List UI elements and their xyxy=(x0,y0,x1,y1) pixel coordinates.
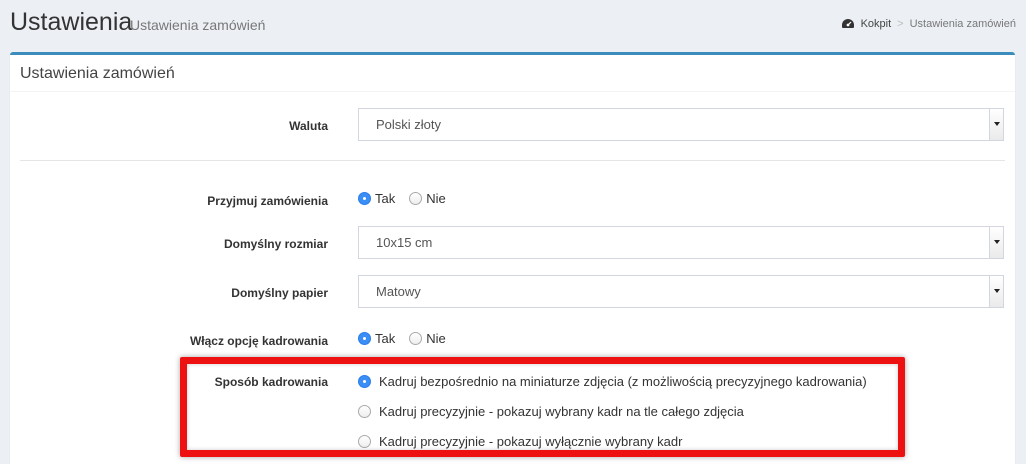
dashboard-icon xyxy=(841,19,854,28)
currency-select-value: Polski złoty xyxy=(376,117,442,132)
default-paper-select-value: Matowy xyxy=(376,284,421,299)
accept-orders-radio-group: Tak Nie xyxy=(358,191,460,206)
chevron-down-icon[interactable] xyxy=(989,109,1003,140)
enable-cropping-no-label: Nie xyxy=(426,331,446,346)
enable-cropping-yes-label: Tak xyxy=(375,331,396,346)
accept-orders-yes-label: Tak xyxy=(375,191,396,206)
currency-select[interactable]: Polski złoty xyxy=(358,108,1004,141)
page-title: Ustawienia xyxy=(10,8,133,36)
enable-cropping-yes[interactable]: Tak xyxy=(358,331,395,346)
default-size-select[interactable]: 10x15 cm xyxy=(358,226,1004,259)
default-size-select-value: 10x15 cm xyxy=(376,235,433,250)
enable-cropping-no[interactable]: Nie xyxy=(409,331,446,346)
enable-cropping-radio-group: Tak Nie xyxy=(358,331,460,346)
breadcrumb-separator: > xyxy=(897,18,904,30)
radio-unchecked-icon[interactable] xyxy=(409,192,423,205)
section-divider xyxy=(20,160,1005,161)
chevron-down-icon[interactable] xyxy=(989,227,1003,258)
chevron-down-icon[interactable] xyxy=(989,276,1003,307)
accept-orders-label: Przyjmuj zamówienia xyxy=(207,194,328,208)
breadcrumb: Kokpit > Ustawienia zamówień xyxy=(841,18,1016,30)
highlight-annotation-frame xyxy=(180,357,905,457)
accept-orders-no-label: Nie xyxy=(426,191,446,206)
box-title: Ustawienia zamówień xyxy=(20,65,175,82)
page-header: Ustawienia Ustawienia zamówień Kokpit > … xyxy=(0,0,1026,52)
currency-label: Waluta xyxy=(289,119,328,133)
enable-cropping-label: Włącz opcję kadrowania xyxy=(189,334,328,348)
page-subtitle: Ustawienia zamówień xyxy=(130,17,266,33)
default-paper-label: Domyślny papier xyxy=(231,286,328,300)
accept-orders-yes[interactable]: Tak xyxy=(358,191,395,206)
breadcrumb-current: Ustawienia zamówień xyxy=(909,18,1016,30)
breadcrumb-home-link[interactable]: Kokpit xyxy=(861,18,892,30)
accept-orders-no[interactable]: Nie xyxy=(409,191,446,206)
default-size-label: Domyślny rozmiar xyxy=(223,237,328,251)
default-paper-select[interactable]: Matowy xyxy=(358,275,1004,308)
radio-checked-icon[interactable] xyxy=(358,332,371,345)
box-header: Ustawienia zamówień xyxy=(10,55,1015,92)
radio-unchecked-icon[interactable] xyxy=(409,332,423,345)
radio-checked-icon[interactable] xyxy=(358,192,371,205)
